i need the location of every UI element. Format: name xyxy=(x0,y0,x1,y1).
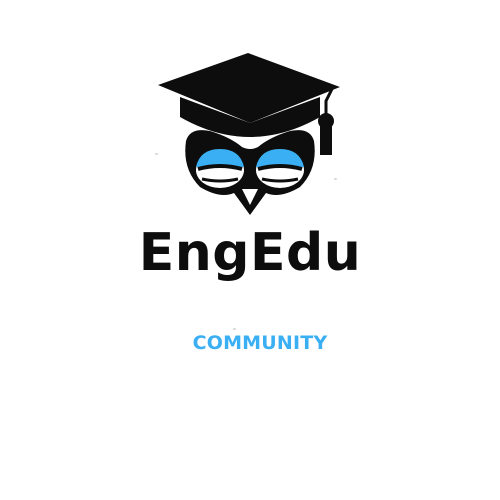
brand-tagline: COMMUNITY xyxy=(192,332,328,354)
decorative-speck xyxy=(334,178,337,180)
decorative-speck xyxy=(155,153,158,155)
decorative-speck xyxy=(233,328,236,330)
logo-canvas: EngEdu COMMUNITY xyxy=(0,0,500,500)
brand-wordmark: EngEdu xyxy=(138,223,362,283)
graduation-owl-icon xyxy=(158,53,340,215)
